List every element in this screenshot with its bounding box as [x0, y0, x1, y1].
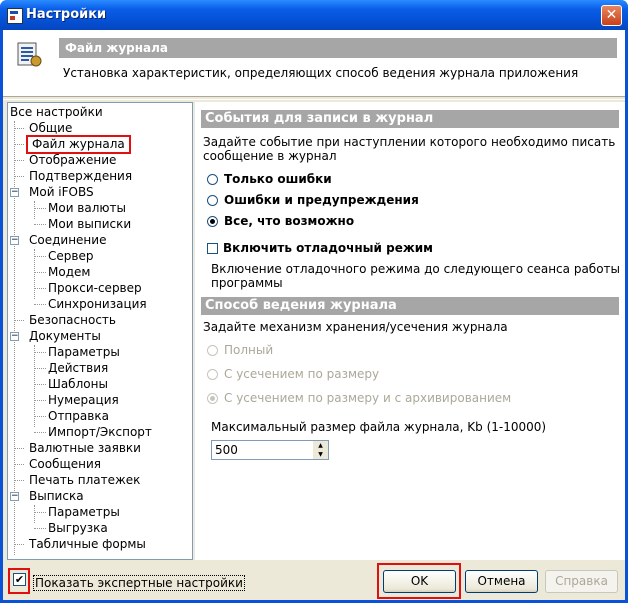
collapse-icon[interactable]: −: [10, 332, 19, 341]
settings-window: Настройки ✕ Файл журнала Установка харак…: [0, 0, 628, 603]
radio-full[interactable]: [207, 345, 218, 356]
radio-truncate-archive-label[interactable]: С усечением по размеру и с архивирование…: [224, 391, 511, 405]
collapse-icon[interactable]: −: [10, 188, 19, 197]
tree-item-statement[interactable]: Выписка: [29, 489, 84, 504]
tree-item-general[interactable]: Общие: [29, 121, 72, 136]
tree-item-modem[interactable]: Модем: [48, 265, 90, 280]
settings-list-icon: [17, 42, 42, 67]
radio-full-label[interactable]: Полный: [224, 343, 273, 357]
window-title: Настройки: [26, 7, 107, 22]
tree-item-export[interactable]: Выгрузка: [48, 521, 108, 536]
tree-root[interactable]: Все настройки: [10, 105, 103, 120]
debug-mode-label[interactable]: Включить отладочный режим: [223, 241, 433, 255]
tree-item-my-currencies[interactable]: Мои валюты: [48, 201, 126, 216]
tree-item-messages[interactable]: Сообщения: [29, 457, 101, 472]
settings-tree[interactable]: Все настройки Общие Файл журнала Отображ…: [7, 102, 193, 560]
collapse-icon[interactable]: −: [10, 492, 19, 501]
max-size-spinner[interactable]: 500 ▲ ▼: [211, 440, 329, 460]
debug-desc-line1: Включение отладочного режима до следующе…: [211, 262, 621, 276]
events-heading: События для записи в журнал: [201, 110, 619, 128]
tree-item-confirmations[interactable]: Подтверждения: [29, 169, 132, 184]
max-size-value[interactable]: 500: [215, 443, 238, 457]
logging-heading: Способ ведения журнала: [201, 297, 619, 315]
close-icon: ✕: [605, 7, 618, 23]
help-button[interactable]: Справка: [545, 570, 618, 593]
max-size-label: Максимальный размер файла журнала, Kb (1…: [211, 420, 547, 434]
tree-item-server[interactable]: Сервер: [48, 249, 93, 264]
spin-down-icon[interactable]: ▼: [313, 450, 328, 459]
tree-item-proxy[interactable]: Прокси-сервер: [48, 281, 142, 296]
radio-errors-only[interactable]: [207, 174, 218, 185]
expert-settings-checkbox[interactable]: ✔: [13, 573, 26, 586]
tree-item-my-statements[interactable]: Мои выписки: [48, 217, 131, 232]
tree-item-doc-params[interactable]: Параметры: [48, 345, 120, 360]
tree-item-security[interactable]: Безопасность: [29, 313, 116, 328]
radio-truncate-size-label[interactable]: С усечением по размеру: [224, 367, 379, 381]
tree-item-import-export[interactable]: Импорт/Экспорт: [48, 425, 152, 440]
radio-all-possible[interactable]: [207, 216, 218, 227]
radio-all-possible-label[interactable]: Все, что возможно: [224, 214, 354, 228]
radio-errors-warnings[interactable]: [207, 195, 218, 206]
app-icon: [7, 8, 23, 24]
spin-up-icon[interactable]: ▲: [313, 441, 328, 450]
tree-item-my-ifobs[interactable]: Мой iFOBS: [29, 185, 94, 200]
tree-item-connection[interactable]: Соединение: [29, 233, 106, 248]
expert-settings-label[interactable]: Показать экспертные настройки: [33, 575, 245, 591]
collapse-icon[interactable]: −: [10, 236, 19, 245]
debug-desc-line2: программы: [211, 276, 283, 290]
header-subtitle: Установка характеристик, определяющих сп…: [63, 66, 579, 80]
tree-item-sending[interactable]: Отправка: [48, 409, 109, 424]
ok-button[interactable]: OK: [383, 570, 456, 593]
logging-desc: Задайте механизм хранения/усечения журна…: [203, 320, 508, 334]
header-title: Файл журнала: [59, 38, 617, 58]
tree-item-display[interactable]: Отображение: [29, 153, 116, 168]
title-bar[interactable]: Настройки ✕: [0, 0, 628, 30]
radio-errors-only-label[interactable]: Только ошибки: [224, 172, 332, 186]
radio-truncate-archive[interactable]: [207, 393, 218, 404]
events-desc-line2: сообщение в журнал: [203, 149, 337, 163]
tree-item-currency-requests[interactable]: Валютные заявки: [29, 441, 141, 456]
tree-item-numbering[interactable]: Нумерация: [48, 393, 119, 408]
close-button[interactable]: ✕: [601, 5, 622, 26]
tree-item-documents[interactable]: Документы: [29, 329, 101, 344]
tree-item-print-payments[interactable]: Печать платежек: [29, 473, 140, 488]
settings-panel: События для записи в журнал Задайте собы…: [195, 102, 625, 560]
debug-mode-checkbox[interactable]: [207, 243, 218, 254]
events-desc-line1: Задайте событие при наступлении которого…: [203, 135, 616, 149]
header-separator: [3, 96, 625, 100]
tree-item-statement-params[interactable]: Параметры: [48, 505, 120, 520]
radio-truncate-size[interactable]: [207, 369, 218, 380]
tree-item-table-forms[interactable]: Табличные формы: [29, 537, 146, 552]
tree-item-log-file[interactable]: Файл журнала: [26, 135, 131, 154]
header-panel: Файл журнала Установка характеристик, оп…: [3, 30, 625, 96]
tree-item-actions[interactable]: Действия: [48, 361, 108, 376]
tree-item-sync[interactable]: Синхронизация: [48, 297, 147, 312]
cancel-button[interactable]: Отмена: [465, 570, 538, 593]
radio-errors-warnings-label[interactable]: Ошибки и предупреждения: [224, 193, 419, 207]
tree-item-templates[interactable]: Шаблоны: [48, 377, 108, 392]
